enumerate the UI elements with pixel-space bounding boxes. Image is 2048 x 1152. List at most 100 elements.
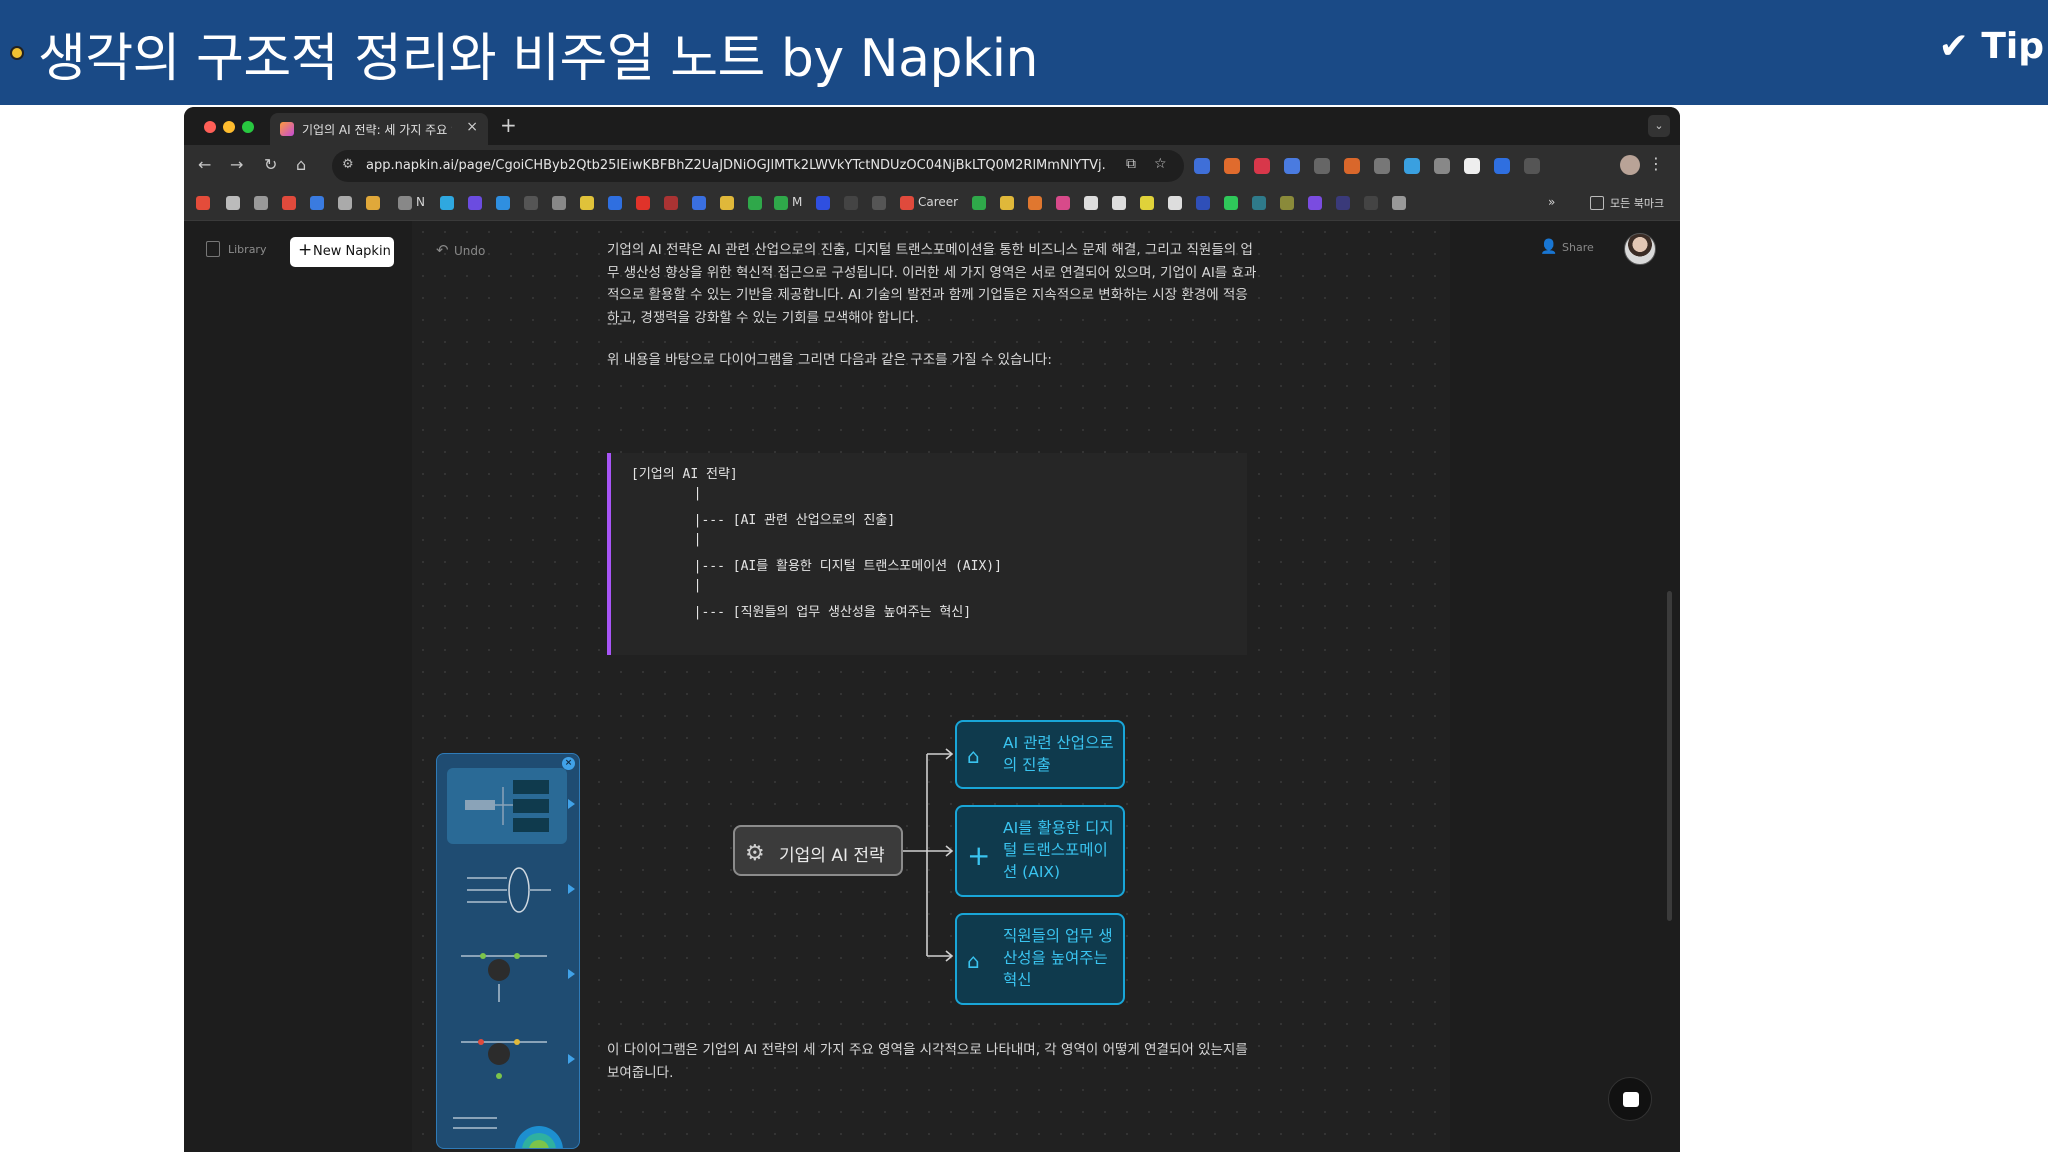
browser-window: 기업의 AI 전략: 세 가지 주요 영역 × + ⌄ ← → ↻ ⌂ ⚙ ap… [184,107,1680,1152]
visual-style-picker[interactable]: × [436,753,580,1149]
bookmark-web-icon[interactable] [1392,196,1406,210]
bookmark-maps-icon[interactable] [1140,196,1154,210]
link-extension-icon[interactable] [1194,158,1210,174]
bookmark-drive-icon[interactable] [1000,196,1014,210]
c-extension-icon[interactable] [1464,158,1480,174]
chat-extension-icon[interactable] [1494,158,1510,174]
diagram-node-industry[interactable]: ⌂ AI 관련 산업으로의 진출 [955,720,1125,789]
code-block[interactable]: [기업의 AI 전략] | |--- [AI 관련 산업으로의 진출] | |-… [607,453,1247,655]
bookmark-slides-icon[interactable] [720,196,734,210]
translate-extension-icon[interactable] [1284,158,1300,174]
bookmark-d2-icon[interactable] [816,196,830,210]
bookmark-facebook-icon[interactable] [608,196,622,210]
bookmark-globe-icon[interactable] [552,196,566,210]
home-button[interactable]: ⌂ [296,155,306,174]
bookmark-sparkle-icon[interactable] [496,196,510,210]
bookmark-teal-icon[interactable] [1252,196,1266,210]
code-line: [기업의 AI 전략] [631,467,738,482]
code-line: |--- [직원들의 업무 생산성을 높여주는 혁신] [631,605,972,620]
plus-icon: + [967,839,991,872]
bookmark-youtube-icon[interactable] [636,196,650,210]
style-option-hub[interactable] [447,1020,567,1096]
bookmark-career-icon[interactable] [900,196,914,210]
camera-extension-icon[interactable] [1374,158,1390,174]
style-option-radial[interactable] [447,1104,567,1148]
style-option-flowchart[interactable] [447,768,567,844]
intro-paragraph[interactable]: 기업의 AI 전략은 AI 관련 산업으로의 진출, 디지털 트랜스포메이션을 … [607,239,1257,329]
bookmark-blue-icon[interactable] [1196,196,1210,210]
pocket-extension-icon[interactable] [1254,158,1270,174]
apps-bookmark-icon[interactable] [196,196,210,210]
install-app-icon[interactable]: ⧉ [1126,156,1136,172]
all-bookmarks-folder[interactable]: 모든 북마크 [1610,195,1664,211]
bookmark-notion-icon[interactable] [872,196,886,210]
new-tab-button[interactable]: + [500,113,517,137]
back-button[interactable]: ← [198,155,211,174]
calendar-bookmark-icon[interactable] [310,196,324,210]
bookmark-openai-icon[interactable] [524,196,538,210]
style-option-nodes[interactable] [447,936,567,1012]
url-text[interactable]: app.napkin.ai/page/CgoiCHByb2Qtb25lEiwKB… [366,158,1106,173]
tab-search-button[interactable]: ⌄ [1648,115,1670,137]
address-bar[interactable]: ⚙ app.napkin.ai/page/CgoiCHByb2Qtb25lEiw… [332,150,1184,182]
download-extension-icon[interactable] [1314,158,1330,174]
bookmark-naver-icon[interactable] [1224,196,1238,210]
diagram-node-productivity[interactable]: ⌂ 직원들의 업무 생산성을 높여주는 혁신 [955,913,1125,1005]
user-avatar[interactable] [1624,233,1656,265]
tab-close-icon[interactable]: × [466,119,478,135]
profile-avatar-icon[interactable] [1620,155,1640,175]
bookmark-n-icon[interactable] [440,196,454,210]
extension-icon[interactable] [1224,158,1240,174]
active-tab[interactable]: 기업의 AI 전략: 세 가지 주요 영역 × [270,113,488,145]
new-napkin-button[interactable]: + New Napkin [290,237,394,267]
bookmark-photos-icon[interactable] [1056,196,1070,210]
style-option-funnel[interactable] [447,854,567,930]
bookmark-docs-icon[interactable] [692,196,706,210]
scrollbar[interactable] [1667,591,1672,921]
bookmarks-overflow-button[interactable]: » [1548,195,1555,209]
fox-extension-icon[interactable] [1344,158,1360,174]
reload-button[interactable]: ↻ [264,155,277,174]
star-bookmark-icon[interactable] [226,196,240,210]
select-arrow-icon [568,884,575,894]
bookmark-dots-icon[interactable] [1364,196,1378,210]
bookmark-flame-icon[interactable] [1028,196,1042,210]
bookmark-purple-icon[interactable] [1308,196,1322,210]
maximize-window-button[interactable] [242,121,254,133]
bookmark-career[interactable]: Career [918,195,958,209]
puzzle-extensions-icon[interactable] [1524,158,1540,174]
bookmark-play-icon[interactable] [1280,196,1294,210]
folder-bookmark-icon[interactable] [366,196,380,210]
site-info-icon[interactable]: ⚙ [342,157,354,172]
history-bookmark-icon[interactable] [254,196,268,210]
close-window-button[interactable] [204,121,216,133]
bookmark-sheets-icon[interactable] [748,196,762,210]
bookmark-red-icon[interactable] [664,196,678,210]
gmail-bookmark-icon[interactable] [282,196,296,210]
bookmark-m[interactable]: M [792,195,802,209]
bookmark-pin-icon[interactable] [468,196,482,210]
diagram-intro-paragraph[interactable]: 위 내용을 바탕으로 다이어그램을 그리면 다음과 같은 구조를 가질 수 있습… [607,349,1257,372]
minimize-window-button[interactable] [223,121,235,133]
diagram-summary-paragraph[interactable]: 이 다이어그램은 기업의 AI 전략의 세 가지 주요 영역을 시각적으로 나타… [607,1039,1257,1084]
pin-extension-icon[interactable] [1404,158,1420,174]
browser-menu-icon[interactable]: ⋮ [1648,154,1664,173]
bookmark-threads-icon[interactable] [1112,196,1126,210]
forward-button[interactable]: → [230,155,243,174]
bookmark-n[interactable]: N [416,195,425,209]
diagram-root-node[interactable]: ⚙ 기업의 AI 전략 [733,825,903,876]
diagram-node-aix[interactable]: + AI를 활용한 디지털 트랜스포메이션 (AIX) [955,805,1125,897]
apple-bookmark-icon[interactable] [338,196,352,210]
bookmark-d-icon[interactable] [580,196,594,210]
bookmark-circle-icon[interactable] [1168,196,1182,210]
folder-n-icon[interactable] [398,196,412,210]
bookmark-green-icon[interactable] [972,196,986,210]
bookmark-wave-icon[interactable] [1336,196,1350,210]
bookmark-star-icon[interactable]: ☆ [1154,156,1167,172]
node-label: AI를 활용한 디지털 트랜스포메이션 (AIX) [1003,819,1114,881]
chat-support-button[interactable] [1608,1077,1652,1121]
bookmark-dark-icon[interactable] [844,196,858,210]
bookmark-sheets-m-icon[interactable] [774,196,788,210]
bookmark-x-icon[interactable] [1084,196,1098,210]
cloud-extension-icon[interactable] [1434,158,1450,174]
